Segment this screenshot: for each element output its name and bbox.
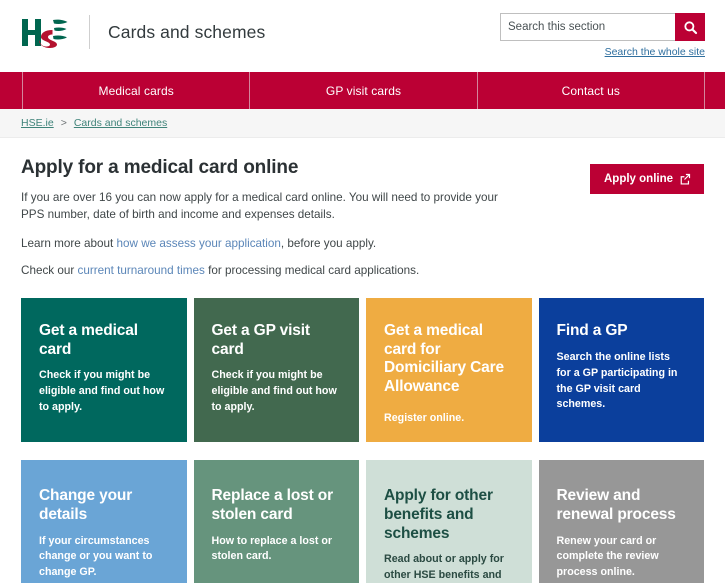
breadcrumb-item-cards-and-schemes[interactable]: Cards and schemes xyxy=(74,117,167,129)
main-content: Apply for a medical card online If you a… xyxy=(0,138,725,279)
card-get-a-medical-card-for-domiciliary-care-allowance[interactable]: Get a medical card for Domiciliary Care … xyxy=(366,298,532,443)
site-header: Cards and schemes Search the whole site xyxy=(0,0,725,72)
apply-online-button[interactable]: Apply online xyxy=(590,164,704,194)
card-description: Renew your card or complete the review p… xyxy=(556,534,659,579)
card-description: How to replace a lost or stolen card. xyxy=(211,534,333,563)
card-grid-row-2: Change your details If your circumstance… xyxy=(0,460,725,583)
card-title: Review and renewal process xyxy=(556,487,676,524)
card-title: Get a GP visit card xyxy=(211,322,311,358)
nav-item-contact-us[interactable]: Contact us xyxy=(476,72,705,109)
assess-paragraph: Learn more about how we assess your appl… xyxy=(21,235,511,252)
apply-online-button-label: Apply online xyxy=(604,173,673,185)
search-submit-button[interactable] xyxy=(675,13,705,41)
primary-nav: Medical cards GP visit cards Contact us xyxy=(0,72,725,109)
card-description: Check if you might be eligible and find … xyxy=(211,369,337,414)
current-turnaround-times-link[interactable]: current turnaround times xyxy=(78,264,205,277)
breadcrumb-separator: > xyxy=(60,117,67,129)
card-apply-for-other-benefits-and-schemes[interactable]: Apply for other benefits and schemes Rea… xyxy=(366,460,532,583)
card-review-and-renewal-process[interactable]: Review and renewal process Renew your ca… xyxy=(538,460,704,583)
assess-paragraph-post: , before you apply. xyxy=(280,236,377,250)
assess-paragraph-pre: Learn more about xyxy=(21,236,117,250)
card-title: Get a medical card for Domiciliary Care … xyxy=(384,322,504,396)
card-change-your-details[interactable]: Change your details If your circumstance… xyxy=(21,460,187,583)
card-title: Apply for other benefits and schemes xyxy=(384,487,493,542)
card-title: Change your details xyxy=(39,487,133,524)
search-icon xyxy=(683,20,698,35)
card-title: Find a GP xyxy=(556,322,628,340)
card-find-a-gp[interactable]: Find a GP Search the online lists for a … xyxy=(538,298,704,443)
nav-item-medical-cards[interactable]: Medical cards xyxy=(22,72,251,109)
card-get-a-gp-visit-card[interactable]: Get a GP visit card Check if you might b… xyxy=(193,298,359,443)
card-description: Check if you might be eligible and find … xyxy=(39,369,165,414)
card-get-a-medical-card[interactable]: Get a medical card Check if you might be… xyxy=(21,298,187,443)
search-box[interactable] xyxy=(500,13,705,41)
search-input[interactable] xyxy=(501,14,675,40)
card-grid-row-1: Get a medical card Check if you might be… xyxy=(0,298,725,443)
external-link-icon xyxy=(679,173,691,185)
card-title: Replace a lost or stolen card xyxy=(211,487,334,524)
card-description: Search the online lists for a GP partici… xyxy=(556,350,678,411)
card-replace-a-lost-or-stolen-card[interactable]: Replace a lost or stolen card How to rep… xyxy=(193,460,359,583)
turnaround-paragraph-post: for processing medical card applications… xyxy=(204,263,420,277)
card-description: Register online. xyxy=(384,411,465,424)
card-description: If your circumstances change or you want… xyxy=(39,534,153,579)
card-description: Read about or apply for other HSE benefi… xyxy=(384,553,504,582)
site-title: Cards and schemes xyxy=(108,21,266,42)
search-whole-site-link[interactable]: Search the whole site xyxy=(500,46,705,58)
header-search: Search the whole site xyxy=(500,13,705,58)
brand[interactable]: Cards and schemes xyxy=(17,10,265,54)
how-we-assess-link[interactable]: how we assess your application xyxy=(117,237,281,250)
nav-item-gp-visit-cards[interactable]: GP visit cards xyxy=(249,72,478,109)
hse-logo-icon[interactable] xyxy=(17,13,69,51)
breadcrumb-item-hse-ie[interactable]: HSE.ie xyxy=(21,117,54,129)
turnaround-paragraph-pre: Check our xyxy=(21,263,78,277)
card-title: Get a medical card xyxy=(39,322,138,358)
brand-divider xyxy=(89,15,90,49)
turnaround-paragraph: Check our current turnaround times for p… xyxy=(21,262,511,279)
intro-paragraph: If you are over 16 you can now apply for… xyxy=(21,191,498,222)
breadcrumb: HSE.ie > Cards and schemes xyxy=(0,109,725,138)
